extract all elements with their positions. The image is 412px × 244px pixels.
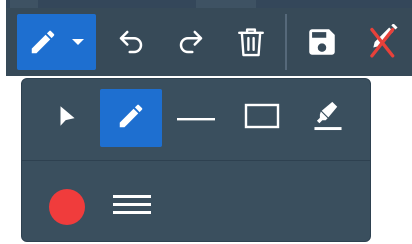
cursor-arrow-icon	[54, 103, 80, 133]
line-weight-icon	[113, 191, 151, 223]
floppy-disk-icon	[305, 25, 339, 59]
rectangle-tool[interactable]	[231, 89, 293, 147]
rectangle-icon	[244, 103, 280, 133]
pencil-off-icon	[366, 24, 400, 60]
line-icon	[177, 109, 215, 128]
toolbar-top-edge	[6, 0, 412, 8]
color-swatch	[49, 189, 85, 225]
undo-button[interactable]	[107, 14, 155, 70]
toolbar-edge-segment	[196, 0, 256, 8]
highlighter-icon	[313, 100, 343, 136]
delete-button[interactable]	[227, 14, 275, 70]
save-button[interactable]	[298, 14, 346, 70]
undo-icon	[116, 27, 146, 57]
pencil-icon	[28, 27, 58, 57]
caret-down-icon	[71, 37, 85, 47]
clear-drawing-button[interactable]	[359, 14, 407, 70]
toolbar-divider	[285, 14, 287, 70]
select-tool[interactable]	[36, 89, 98, 147]
line-tool[interactable]	[165, 89, 227, 147]
redo-icon	[176, 27, 206, 57]
pen-options-panel	[21, 78, 371, 242]
highlighter-tool[interactable]	[297, 89, 359, 147]
stroke-width-button[interactable]	[108, 179, 156, 235]
stroke-style-row	[22, 161, 370, 241]
tool-selector-row	[22, 79, 370, 161]
color-picker-button[interactable]	[43, 179, 91, 235]
pen-tool[interactable]	[100, 89, 162, 147]
pen-dropdown-button[interactable]	[17, 14, 96, 70]
trash-icon	[235, 25, 267, 59]
toolbar-edge-segment	[10, 0, 38, 8]
redo-button[interactable]	[167, 14, 215, 70]
pencil-icon	[116, 101, 146, 135]
